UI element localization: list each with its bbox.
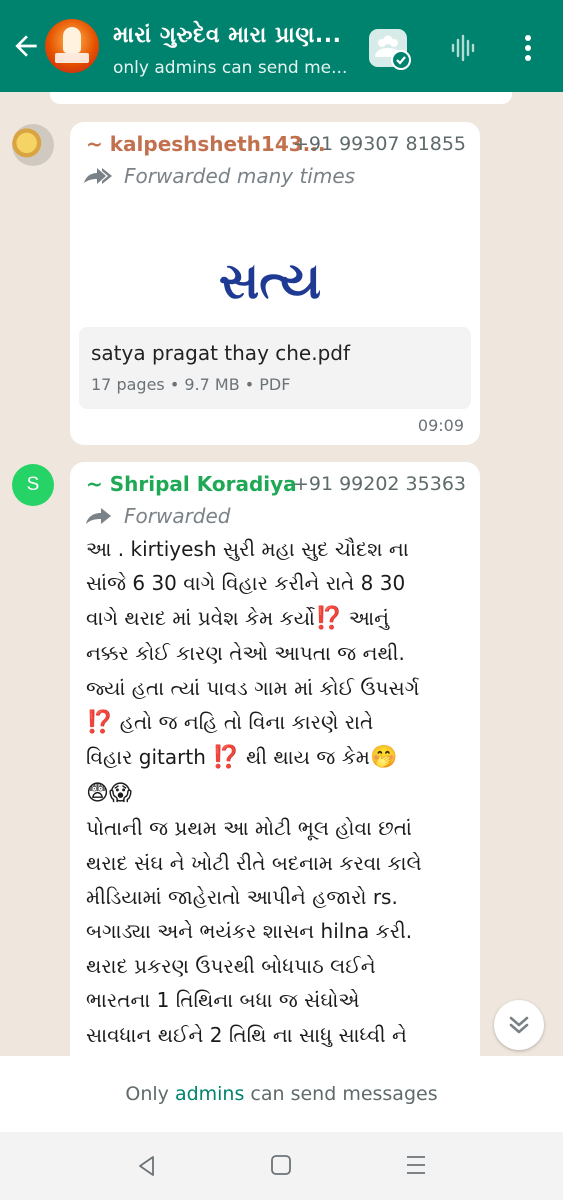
- sender-name[interactable]: ~ Shripal Koradiya: [86, 472, 297, 496]
- group-title[interactable]: મારાં ગુરુદેવ મારા પ્રાણ...: [113, 23, 341, 48]
- text-line: ⁉️ હતો જ નહિ તો વિના કારણે રાતે: [86, 705, 471, 740]
- screaming-face-emoji: 😱: [108, 780, 132, 806]
- document-attachment[interactable]: satya pragat thay che.pdf 17 pages • 9.7…: [79, 327, 471, 409]
- nav-recents-icon[interactable]: [405, 1154, 427, 1176]
- previous-message-bubble: [50, 92, 512, 104]
- text-line: થરાદ પ્રકરણ ઉપરથી બોધપાઠ લઈને: [86, 953, 376, 978]
- system-nav-bar: [0, 1132, 563, 1200]
- forwarded-label: Forwarded many times: [124, 164, 356, 188]
- sender-name[interactable]: ~ kalpeshsheth143...: [86, 132, 325, 156]
- text-line: થરાદ સંઘ ને ખોટી રીતે બદનામ કરવા કાલે: [86, 850, 422, 875]
- audio-wave-icon[interactable]: [449, 34, 477, 62]
- forwarded-indicator: Forwarded many times: [82, 164, 355, 188]
- nav-home-icon[interactable]: [270, 1154, 292, 1176]
- document-meta: 17 pages • 9.7 MB • PDF: [91, 375, 291, 394]
- forwarded-many-icon: [84, 168, 112, 184]
- document-logo: સત્ય: [219, 254, 321, 306]
- forwarded-icon: [86, 508, 111, 524]
- interrobang-emoji: ⁉️: [212, 745, 240, 771]
- more-options-icon[interactable]: [517, 33, 539, 63]
- interrobang-emoji: ⁉️: [86, 710, 114, 736]
- group-subtitle[interactable]: only admins can send me...: [113, 58, 347, 78]
- scroll-to-bottom-button[interactable]: [494, 1000, 544, 1050]
- interrobang-emoji: ⁉️: [314, 605, 343, 631]
- text-line: મીડિયામાં જાહેરાતો આપીને હજારો rs.: [86, 885, 398, 910]
- face-with-hand-emoji: 🤭: [369, 745, 398, 771]
- text-line: ભારતના 1 તિથિના બધા જ સંઘોએ: [86, 988, 360, 1013]
- double-chevron-down-icon: [509, 1016, 529, 1034]
- text-line: વિહાર gitarth ⁉️ થી થાય જ કેમ🤭: [86, 740, 471, 775]
- text-line: સાંજે 6 30 વાગે વિહાર કરીને રાતે 8 30: [86, 571, 406, 596]
- message-text: આ . kirtiyesh સુરી મહા સુદ ચૌદશ ના સાંજે…: [86, 532, 471, 1052]
- sender-phone: +91 99307 81855: [292, 133, 466, 155]
- text-line: જ્યાં હતા ત્યાં પાવડ ગામ માં કોઈ ઉપસર્ગ: [86, 675, 420, 700]
- message-bubble[interactable]: ~ kalpeshsheth143... +91 99307 81855 For…: [70, 122, 480, 445]
- sender-phone: +91 99202 35363: [292, 473, 466, 495]
- admins-only-notice: Only admins can send messages: [125, 1083, 438, 1105]
- back-arrow-icon[interactable]: [10, 30, 42, 62]
- sender-avatar[interactable]: [12, 124, 54, 166]
- fearful-face-emoji: 😨: [86, 780, 109, 806]
- forwarded-indicator: Forwarded: [82, 504, 231, 528]
- text-line: વાગે થરાદ માં પ્રવેશ કેમ કર્યો⁉️ આનું: [86, 601, 471, 636]
- admins-link[interactable]: admins: [175, 1083, 244, 1105]
- text-line: સાવધાન થઈને 2 તિથિ ના સાધુ સાધ્વી ને: [86, 1022, 407, 1047]
- document-name[interactable]: satya pragat thay che.pdf: [91, 341, 350, 365]
- community-icon[interactable]: [367, 27, 413, 71]
- group-avatar[interactable]: [45, 19, 99, 73]
- text-line: પોતાની જ પ્રથમ આ મોટી ભૂલ હોવા છતાં: [86, 816, 412, 841]
- nav-back-icon[interactable]: [135, 1154, 159, 1178]
- chat-header: મારાં ગુરુદેવ મારા પ્રાણ... only admins …: [0, 0, 563, 92]
- text-line: 😨😱: [86, 776, 471, 811]
- footer-bar: Only admins can send messages: [0, 1056, 563, 1132]
- document-preview[interactable]: સત્ય: [79, 194, 471, 324]
- message-time: 09:09: [417, 416, 464, 435]
- text-line: બગાડ્યા અને ભયંકર શાસન hilna કરી.: [86, 919, 413, 944]
- forwarded-label: Forwarded: [124, 504, 231, 528]
- avatar-initial: S: [26, 474, 40, 495]
- message-bubble[interactable]: ~ Shripal Koradiya +91 99202 35363 Forwa…: [70, 462, 480, 1056]
- svg-text:સત્ય: સત્ય: [219, 254, 321, 306]
- sender-avatar[interactable]: S: [12, 464, 54, 506]
- text-line: નક્કર કોઈ કારણ તેઓ આપતા જ નથી.: [86, 641, 405, 666]
- text-line: આ . kirtiyesh સુરી મહા સુદ ચૌદશ ના: [86, 537, 409, 561]
- chat-area[interactable]: ~ kalpeshsheth143... +91 99307 81855 For…: [0, 92, 563, 1056]
